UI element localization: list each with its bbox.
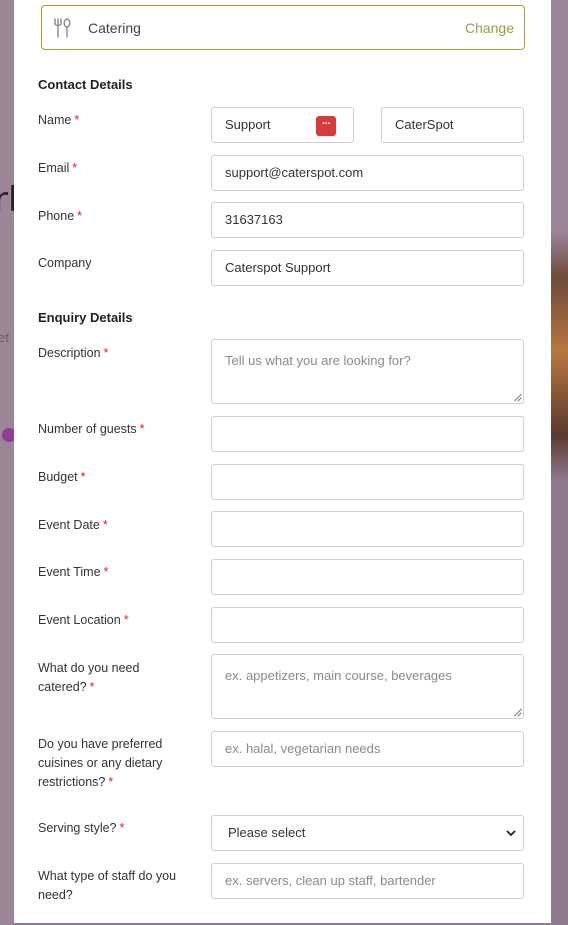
- guests-label: Number of guests *: [38, 422, 145, 436]
- enquiry-details-heading: Enquiry Details: [38, 310, 133, 325]
- catered-textarea[interactable]: ex. appetizers, main course, beverages: [211, 654, 524, 719]
- company-label: Company: [38, 256, 92, 270]
- event-location-input[interactable]: [211, 607, 524, 643]
- event-location-label: Event Location *: [38, 613, 129, 627]
- company-input[interactable]: Caterspot Support: [211, 250, 524, 286]
- background-text-fragment: et: [0, 330, 9, 345]
- phone-label: Phone *: [38, 209, 83, 223]
- chevron-down-icon: [506, 830, 516, 837]
- serving-style-label: Serving style? *: [38, 821, 125, 835]
- staff-label: What type of staff do you need?: [38, 869, 177, 902]
- staff-input[interactable]: ex. servers, clean up staff, bartender: [211, 863, 524, 899]
- password-manager-icon[interactable]: ···: [316, 116, 336, 136]
- service-label: Catering: [88, 20, 141, 36]
- last-name-input[interactable]: CaterSpot: [381, 107, 524, 143]
- catered-label: What do you need catered? *: [38, 661, 140, 694]
- guests-input[interactable]: [211, 416, 524, 452]
- resize-handle-icon[interactable]: [513, 393, 521, 401]
- background-food-image: [551, 0, 568, 925]
- first-name-input[interactable]: Support ···: [211, 107, 354, 143]
- name-label: Name *: [38, 113, 80, 127]
- budget-input[interactable]: [211, 464, 524, 500]
- cuisine-label: Do you have preferred cuisines or any di…: [38, 737, 163, 789]
- cuisine-input[interactable]: ex. halal, vegetarian needs: [211, 731, 524, 767]
- event-time-input[interactable]: [211, 559, 524, 595]
- description-label: Description *: [38, 346, 109, 360]
- description-textarea[interactable]: Tell us what you are looking for?: [211, 339, 524, 404]
- resize-handle-icon[interactable]: [513, 708, 521, 716]
- event-time-label: Event Time *: [38, 565, 109, 579]
- email-input[interactable]: support@caterspot.com: [211, 155, 524, 191]
- contact-details-heading: Contact Details: [38, 77, 133, 92]
- serving-style-select[interactable]: Please select: [211, 815, 524, 851]
- change-service-link[interactable]: Change: [465, 20, 514, 36]
- service-selector[interactable]: Catering Change: [41, 5, 525, 50]
- cutlery-icon: [54, 18, 71, 38]
- event-date-input[interactable]: [211, 511, 524, 547]
- event-date-label: Event Date *: [38, 518, 108, 532]
- background-page-left: rl et: [0, 0, 17, 925]
- email-label: Email *: [38, 161, 78, 175]
- phone-input[interactable]: 31637163: [211, 202, 524, 238]
- enquiry-modal: Catering Change Contact Details Name * Su…: [14, 0, 551, 923]
- budget-label: Budget *: [38, 470, 86, 484]
